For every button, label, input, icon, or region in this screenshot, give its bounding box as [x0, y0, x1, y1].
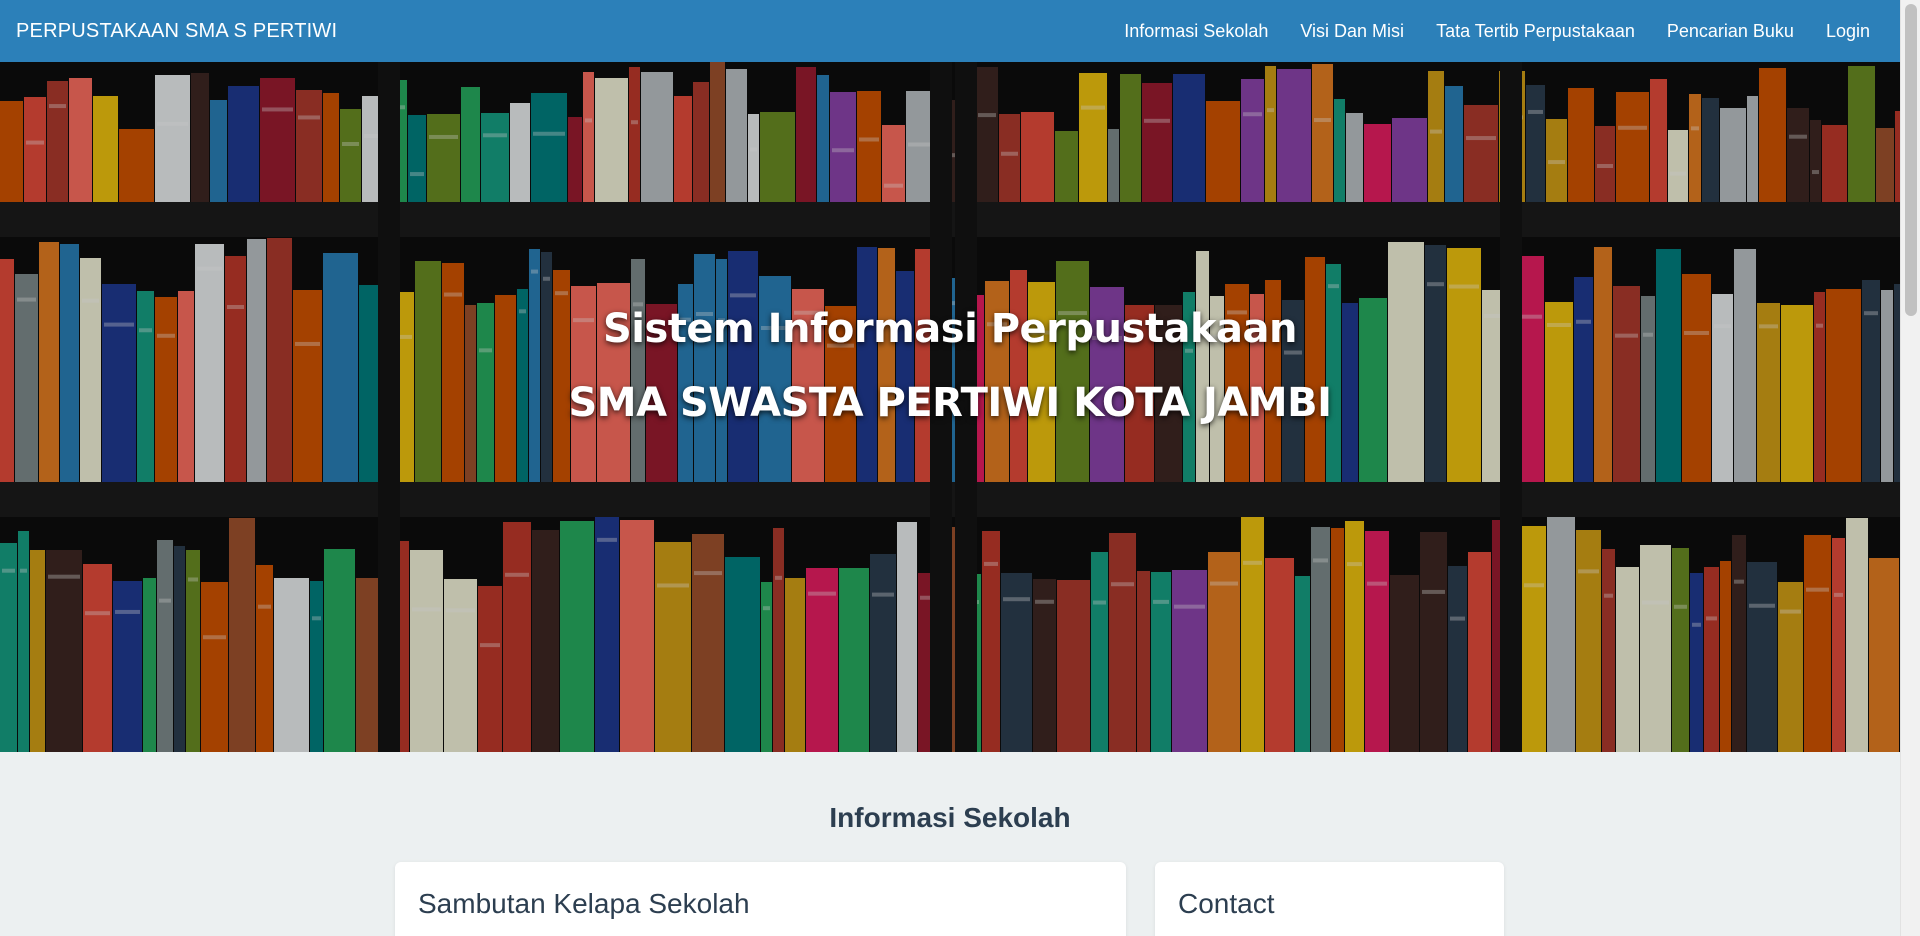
navbar: PERPUSTAKAAN SMA S PERTIWI Informasi Sek… — [0, 0, 1900, 62]
contact-card: Contact — [1155, 862, 1504, 936]
informasi-sekolah-section: Informasi Sekolah Sambutan Kelapa Sekola… — [0, 752, 1900, 936]
nav-link-pencarian-buku[interactable]: Pencarian Buku — [1667, 21, 1794, 42]
brand-link[interactable]: PERPUSTAKAAN SMA S PERTIWI — [16, 20, 337, 43]
hero-title: Sistem Informasi Perpustakaan — [602, 306, 1298, 352]
nav-link-login[interactable]: Login — [1826, 21, 1870, 42]
hero-subtitle: SMA SWASTA PERTIWI KOTA JAMBI — [568, 380, 1332, 426]
hero-text: Sistem Informasi Perpustakaan SMA SWASTA… — [0, 62, 1900, 752]
scrollbar-thumb[interactable] — [1905, 4, 1917, 316]
sambutan-card: Sambutan Kelapa Sekolah — [395, 862, 1126, 936]
nav-link-informasi-sekolah[interactable]: Informasi Sekolah — [1124, 21, 1268, 42]
page-scrollbar[interactable] — [1900, 0, 1920, 936]
nav-link-tata-tertib[interactable]: Tata Tertib Perpustakaan — [1436, 21, 1635, 42]
section-title: Informasi Sekolah — [829, 802, 1071, 833]
hero-banner: Sistem Informasi Perpustakaan SMA SWASTA… — [0, 62, 1900, 752]
page: PERPUSTAKAAN SMA S PERTIWI Informasi Sek… — [0, 0, 1920, 936]
contact-card-title: Contact — [1178, 888, 1275, 919]
nav-link-visi-dan-misi[interactable]: Visi Dan Misi — [1300, 21, 1404, 42]
nav-links: Informasi Sekolah Visi Dan Misi Tata Ter… — [1092, 21, 1884, 42]
sambutan-card-title: Sambutan Kelapa Sekolah — [418, 888, 750, 919]
